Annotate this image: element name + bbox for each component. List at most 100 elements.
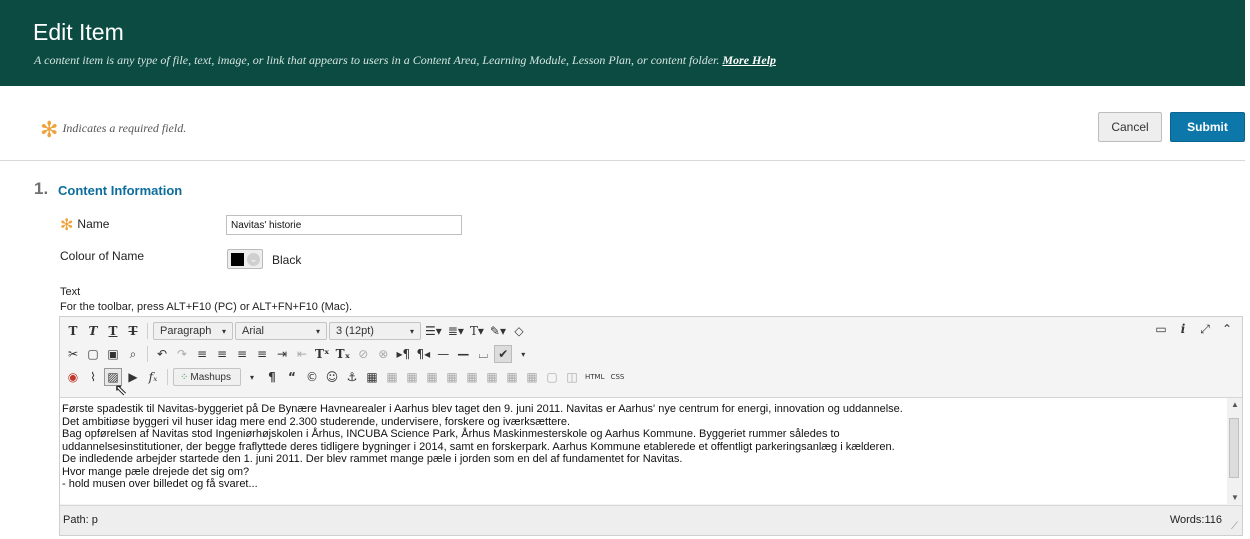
unlink-icon[interactable]: ⊗ bbox=[374, 345, 392, 363]
ltr-icon[interactable]: ▸¶ bbox=[394, 345, 412, 363]
editor-scrollbar[interactable]: ▲ ▼ bbox=[1227, 397, 1242, 504]
chevron-down-icon: ▾ bbox=[221, 326, 226, 336]
required-note: ✻ Indicates a required field. bbox=[40, 117, 186, 143]
toolbar-row-1: T T T T Paragraph ▾ Arial ▾ 3 (12pt) ▾ ☰▾ ≣… bbox=[64, 320, 528, 342]
subscript-icon[interactable]: Tₓ bbox=[334, 345, 353, 363]
font-size-label: 3 (12pt) bbox=[336, 325, 374, 337]
copyright-icon[interactable]: © bbox=[303, 368, 321, 386]
cut-icon[interactable]: ✂ bbox=[64, 345, 82, 363]
text-editor: T T T T Paragraph ▾ Arial ▾ 3 (12pt) ▾ ☰▾ ≣… bbox=[59, 316, 1243, 536]
merge-cells-icon[interactable]: ◫ bbox=[563, 368, 581, 386]
paragraph-format-label: Paragraph bbox=[160, 325, 212, 337]
collapse-icon[interactable]: ⌃ bbox=[1218, 320, 1236, 338]
paragraph-mark-icon[interactable]: ¶ bbox=[263, 368, 281, 386]
colour-value: Black bbox=[272, 253, 302, 267]
bold-icon[interactable]: T bbox=[64, 322, 82, 340]
redo-icon[interactable]: ↷ bbox=[173, 345, 191, 363]
align-right-icon[interactable]: ≡ bbox=[233, 345, 251, 363]
strikethrough-icon[interactable]: T bbox=[124, 322, 142, 340]
link-icon[interactable]: ⊘ bbox=[354, 345, 372, 363]
submit-button[interactable]: Submit bbox=[1170, 112, 1245, 142]
mashups-label: Mashups bbox=[190, 371, 231, 383]
superscript-icon[interactable]: Tˣ bbox=[313, 345, 332, 363]
find-icon[interactable]: ⌕ bbox=[124, 345, 142, 363]
html-source-button[interactable]: HTML bbox=[583, 368, 606, 386]
name-input[interactable] bbox=[226, 215, 462, 235]
colour-picker[interactable]: ⌄ bbox=[227, 249, 263, 269]
spellcheck-icon[interactable]: ✔ bbox=[494, 345, 513, 363]
mouse-cursor-icon: ⇖ bbox=[114, 382, 128, 399]
toolbar-separator bbox=[147, 323, 148, 339]
mashups-select[interactable]: ⁘ Mashups bbox=[173, 368, 241, 386]
bullet-list-icon[interactable]: ☰▾ bbox=[423, 322, 444, 340]
chevron-down-icon[interactable]: ▾ bbox=[514, 345, 532, 363]
anchor-icon[interactable]: ⚓ bbox=[343, 368, 361, 386]
editor-status-bar: Path: p Words:116 ⟋ bbox=[60, 505, 1242, 535]
paste-icon[interactable]: ▣ bbox=[104, 345, 122, 363]
chevron-down-icon: ▾ bbox=[409, 326, 414, 336]
thick-rule-icon[interactable]: — bbox=[454, 345, 472, 363]
table-cell-props-icon[interactable]: ▦ bbox=[403, 368, 421, 386]
toolbar-row-2: ✂ ▢ ▣ ⌕ ↶ ↷ ≡ ≡ ≡ ≡ ⇥ ⇤ Tˣ Tₓ ⊘ ⊗ ▸¶ ¶◂ … bbox=[64, 343, 532, 365]
record-icon[interactable]: ◉ bbox=[64, 368, 82, 386]
colour-label: Colour of Name bbox=[60, 249, 145, 263]
page-header: Edit Item A content item is any type of … bbox=[0, 0, 1245, 86]
attach-icon[interactable]: ⌇ bbox=[84, 368, 102, 386]
horizontal-rule-icon[interactable]: — bbox=[434, 345, 452, 363]
numbered-list-icon[interactable]: ≣▾ bbox=[446, 322, 466, 340]
align-center-icon[interactable]: ≡ bbox=[213, 345, 231, 363]
table-row-props-icon[interactable]: ▦ bbox=[383, 368, 401, 386]
info-icon[interactable]: i bbox=[1174, 320, 1192, 338]
delete-row-icon[interactable]: ▦ bbox=[463, 368, 481, 386]
preview-icon[interactable]: ▭ bbox=[1152, 320, 1170, 338]
formula-icon[interactable]: fₓ bbox=[144, 368, 162, 386]
required-star-icon: ✻ bbox=[60, 217, 74, 234]
text-color-icon[interactable]: T▾ bbox=[468, 322, 486, 340]
split-cells-icon[interactable]: ▢ bbox=[543, 368, 561, 386]
content-line: uddannelsesinstitutioner, der begge fraf… bbox=[62, 440, 895, 453]
chevron-down-icon[interactable]: ▾ bbox=[243, 368, 261, 386]
required-star-icon: ✻ bbox=[40, 117, 59, 142]
cancel-button[interactable]: Cancel bbox=[1098, 112, 1162, 142]
indent-icon[interactable]: ⇥ bbox=[273, 345, 291, 363]
toolbar-separator bbox=[167, 369, 168, 385]
more-help-link[interactable]: More Help bbox=[722, 53, 776, 67]
underline-icon[interactable]: T bbox=[104, 322, 122, 340]
font-size-select[interactable]: 3 (12pt) ▾ bbox=[329, 322, 421, 340]
paragraph-format-select[interactable]: Paragraph ▾ bbox=[153, 322, 233, 340]
italic-icon[interactable]: T bbox=[84, 322, 102, 340]
row-before-icon[interactable]: ▦ bbox=[423, 368, 441, 386]
name-label-text: Name bbox=[77, 217, 110, 231]
scroll-thumb[interactable] bbox=[1229, 418, 1239, 478]
highlight-icon[interactable]: ✎▾ bbox=[488, 322, 508, 340]
resize-handle-icon[interactable]: ⟋ bbox=[1231, 521, 1238, 532]
copy-icon[interactable]: ▢ bbox=[84, 345, 102, 363]
content-line: Bag opførelsen af Navitas stod Ingeniørh… bbox=[62, 428, 840, 440]
scroll-down-icon[interactable]: ▼ bbox=[1231, 493, 1239, 502]
name-label: ✻ Name bbox=[60, 215, 109, 235]
font-family-select[interactable]: Arial ▾ bbox=[235, 322, 327, 340]
row-after-icon[interactable]: ▦ bbox=[443, 368, 461, 386]
chevron-down-icon: ▾ bbox=[315, 326, 320, 336]
eraser-icon[interactable]: ◇ bbox=[510, 322, 528, 340]
fullscreen-icon[interactable]: ⤢ bbox=[1196, 320, 1214, 338]
rtl-icon[interactable]: ¶◂ bbox=[414, 345, 432, 363]
outdent-icon[interactable]: ⇤ bbox=[293, 345, 311, 363]
quote-icon[interactable]: “ bbox=[283, 368, 301, 386]
chevron-down-icon: ⌄ bbox=[247, 253, 260, 266]
editor-content-area[interactable]: Første spadestik til Navitas-byggeriet p… bbox=[60, 397, 1228, 504]
undo-icon[interactable]: ↶ bbox=[153, 345, 171, 363]
align-justify-icon[interactable]: ≡ bbox=[253, 345, 271, 363]
description-text: A content item is any type of file, text… bbox=[34, 53, 720, 67]
nonbreaking-space-icon[interactable]: ⌴ bbox=[474, 345, 492, 363]
css-button[interactable]: CSS bbox=[608, 368, 626, 386]
colour-swatch-black bbox=[231, 253, 244, 266]
col-before-icon[interactable]: ▦ bbox=[483, 368, 501, 386]
delete-col-icon[interactable]: ▦ bbox=[523, 368, 541, 386]
scroll-up-icon[interactable]: ▲ bbox=[1231, 400, 1239, 409]
align-left-icon[interactable]: ≡ bbox=[193, 345, 211, 363]
emoticon-icon[interactable]: ☺ bbox=[323, 368, 341, 386]
col-after-icon[interactable]: ▦ bbox=[503, 368, 521, 386]
table-icon[interactable]: ▦ bbox=[363, 368, 381, 386]
content-line: Hvor mange pæle drejede det sig om? bbox=[62, 465, 250, 478]
